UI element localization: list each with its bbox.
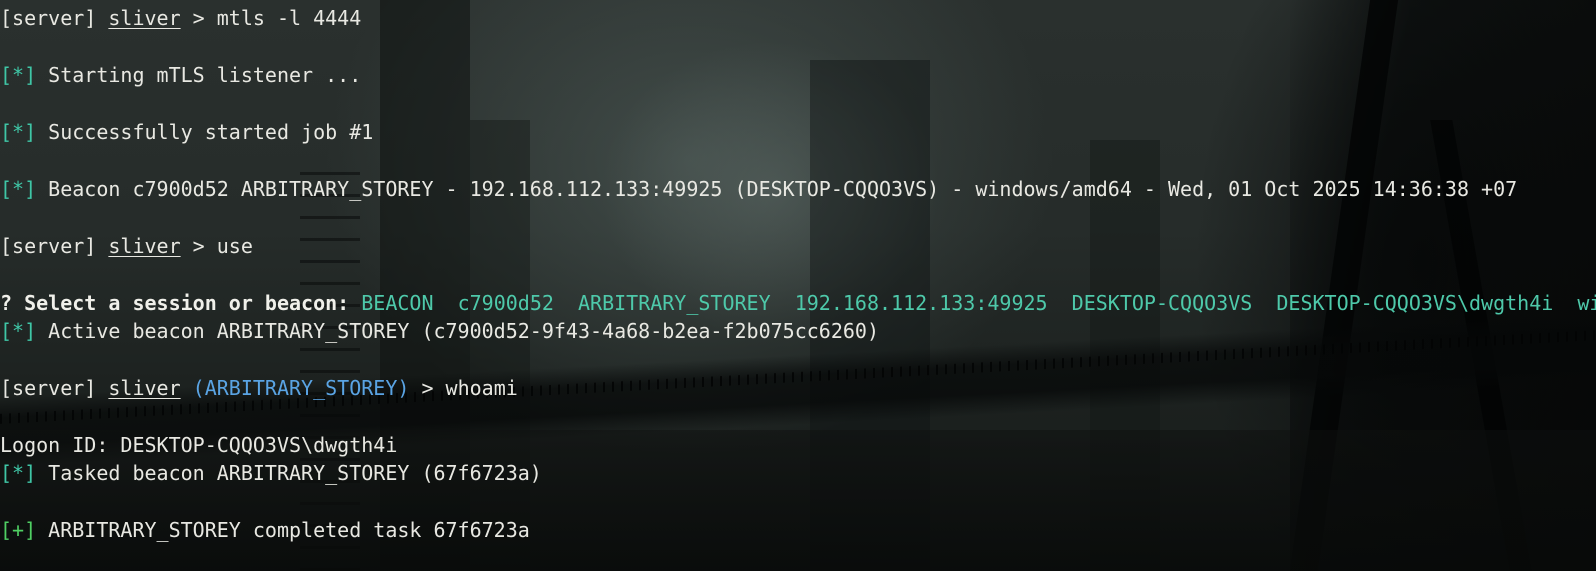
info-marker: [*]	[0, 120, 37, 144]
command-text: mtls -l 4444	[216, 6, 362, 30]
select-question: ? Select a session or beacon:	[0, 291, 350, 315]
output-text: ARBITRARY_STOREY completed task 67f6723a	[36, 518, 530, 542]
active-session-name: (ARBITRARY_STOREY)	[180, 376, 410, 400]
output-text: Successfully started job #1	[36, 120, 374, 144]
prompt-line: [server] sliver > use	[0, 232, 253, 260]
info-marker: [*]	[0, 177, 37, 201]
output-line: [*] Starting mTLS listener ...	[0, 61, 361, 89]
output-line: [*] Tasked beacon ARBITRARY_STOREY (67f6…	[0, 459, 542, 487]
app-name: sliver	[108, 6, 181, 30]
prompt-symbol: >	[180, 234, 217, 258]
info-marker: [*]	[0, 319, 37, 343]
command-text: whoami	[445, 376, 518, 400]
prompt-symbol: >	[409, 376, 446, 400]
info-marker: [*]	[0, 461, 37, 485]
background-tower	[1090, 140, 1160, 571]
output-line: [*] Beacon c7900d52 ARBITRARY_STOREY - 1…	[0, 175, 1517, 203]
app-name: sliver	[108, 234, 181, 258]
background-beam	[1289, 0, 1399, 571]
background-scaffold	[300, 160, 360, 571]
server-tag: [server]	[0, 6, 97, 30]
output-text: Active beacon ARBITRARY_STOREY (c7900d52…	[36, 319, 879, 343]
background-structure	[1290, 0, 1596, 571]
success-marker: [+]	[0, 518, 37, 542]
terminal-window[interactable]: [server] sliver > mtls -l 4444 [*] Start…	[0, 0, 1596, 571]
output-line: [*] Successfully started job #1	[0, 118, 373, 146]
session-select-line[interactable]: ? Select a session or beacon: BEACON c79…	[0, 289, 1596, 317]
output-line: Logon ID: DESKTOP-CQQO3VS\dwgth4i	[0, 431, 397, 459]
beacon-option-row[interactable]: BEACON c7900d52 ARBITRARY_STOREY 192.168…	[349, 291, 1596, 315]
output-text: Beacon c7900d52 ARBITRARY_STOREY - 192.1…	[36, 177, 1518, 201]
command-text: use	[216, 234, 253, 258]
prompt-line: [server] sliver > mtls -l 4444	[0, 4, 361, 32]
output-line: [+] ARBITRARY_STOREY completed task 67f6…	[0, 516, 530, 544]
prompt-line: [server] sliver (ARBITRARY_STOREY) > who…	[0, 374, 518, 402]
output-text: Tasked beacon ARBITRARY_STOREY (67f6723a…	[36, 461, 542, 485]
server-tag: [server]	[0, 376, 97, 400]
app-name: sliver	[108, 376, 181, 400]
server-tag: [server]	[0, 234, 97, 258]
output-text: Starting mTLS listener ...	[36, 63, 362, 87]
info-marker: [*]	[0, 63, 37, 87]
prompt-symbol: >	[180, 6, 217, 30]
output-text: Logon ID: DESKTOP-CQQO3VS\dwgth4i	[0, 433, 398, 457]
output-line: [*] Active beacon ARBITRARY_STOREY (c790…	[0, 317, 879, 345]
